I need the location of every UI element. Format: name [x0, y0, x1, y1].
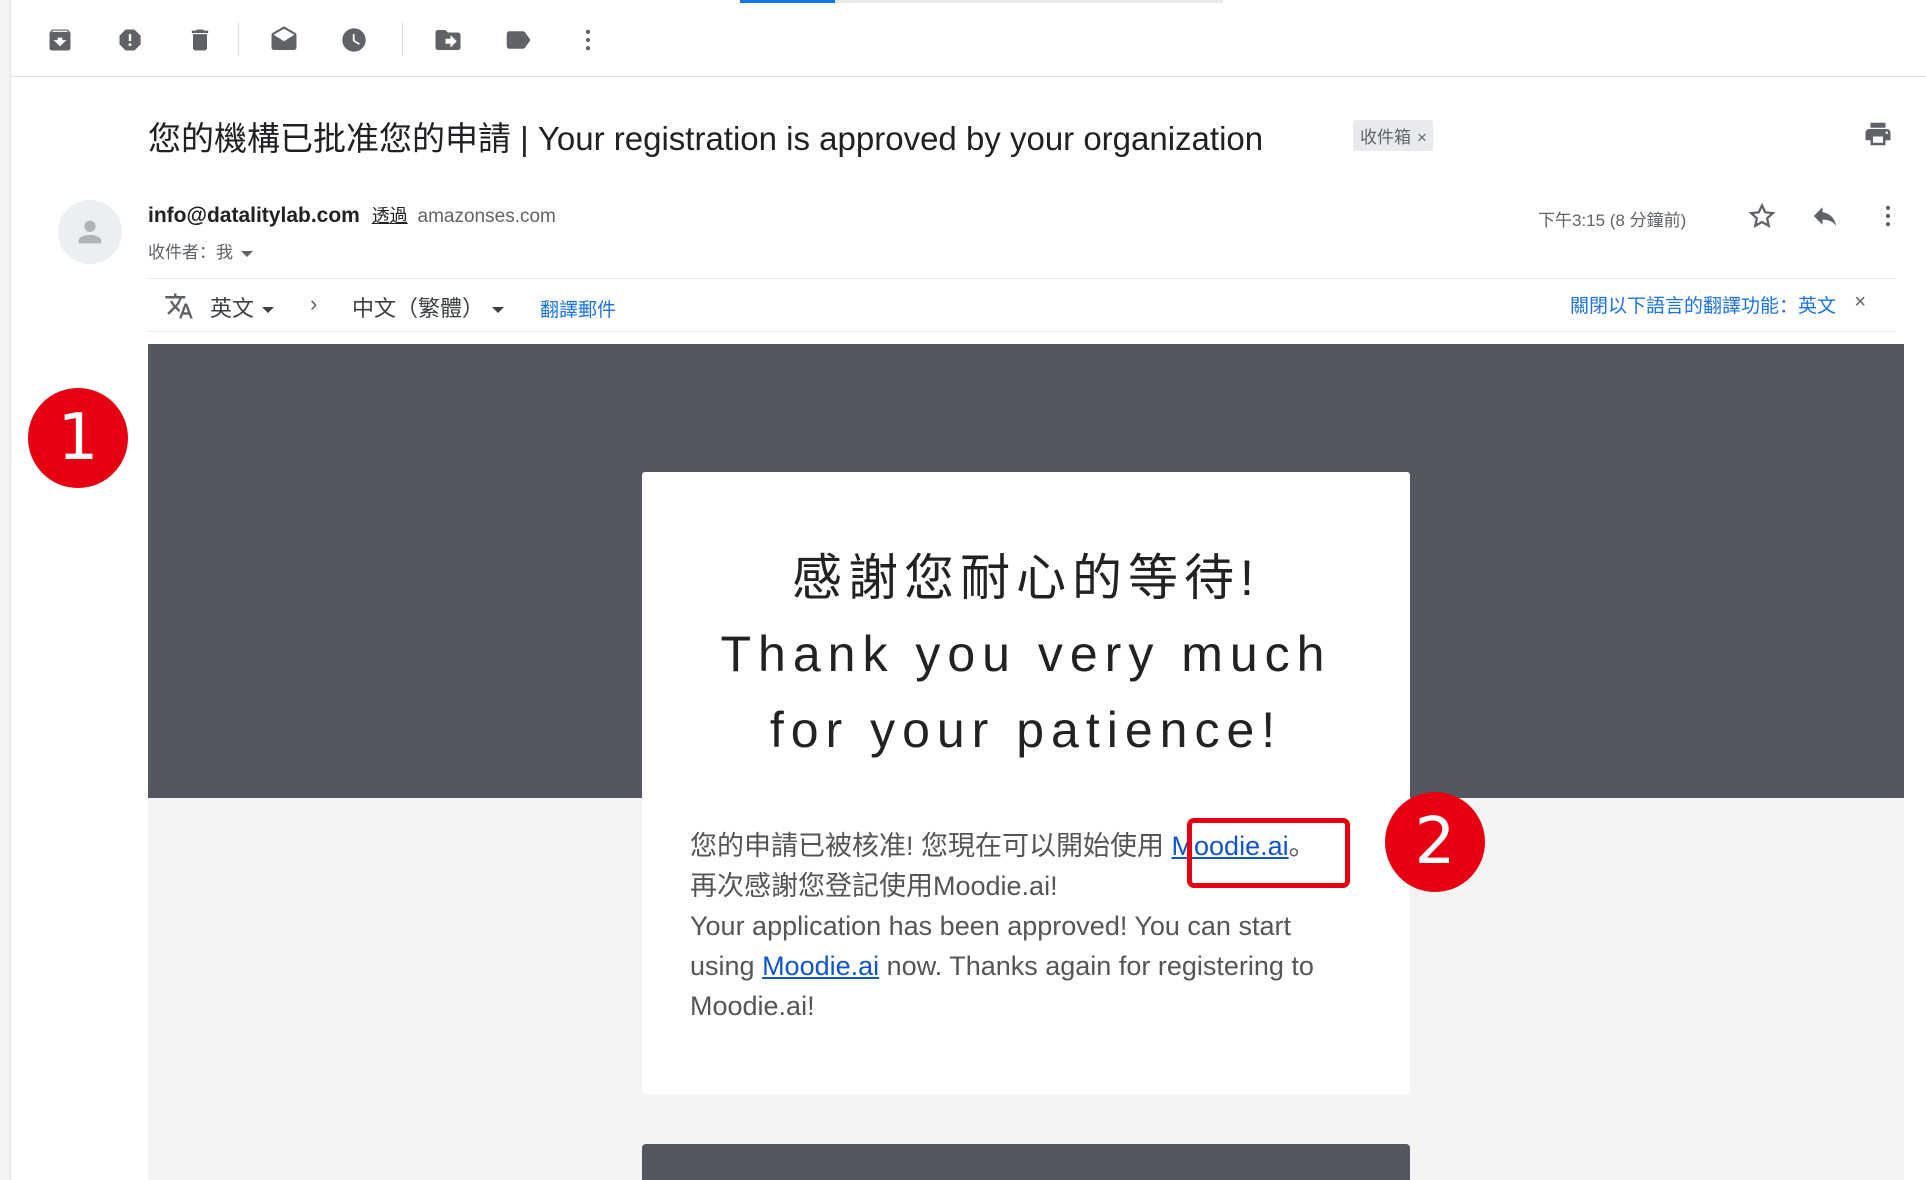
moodie-link-en[interactable]: Moodie.ai: [762, 951, 879, 981]
chevron-down-icon[interactable]: [241, 250, 253, 257]
labels-icon[interactable]: [498, 20, 538, 60]
recipient-details[interactable]: 收件者：我: [148, 238, 253, 263]
print-icon[interactable]: [1860, 116, 1896, 152]
inbox-label-chip[interactable]: 收件箱 ×: [1353, 120, 1433, 151]
snooze-icon[interactable]: [334, 20, 374, 60]
sender-line: info@datalitylab.com 透過 amazonses.com: [148, 202, 556, 228]
translate-icon: [164, 291, 194, 326]
toolbar-separator: [402, 22, 403, 56]
label-chip-text: 收件箱: [1360, 128, 1411, 147]
star-icon[interactable]: [1742, 196, 1782, 236]
en-paragraph: Your application has been approved! You …: [690, 906, 1362, 1026]
email-timestamp: 下午3:15 (8 分鐘前): [1538, 211, 1687, 230]
chevron-right-icon: ›: [310, 291, 318, 316]
heading-zh: 感謝您耐心的等待!: [792, 550, 1260, 606]
annotation-badge-1: 1: [28, 388, 128, 488]
more-vert-icon[interactable]: [1868, 196, 1908, 236]
move-to-icon[interactable]: [428, 20, 468, 60]
sender-avatar[interactable]: [58, 200, 122, 264]
turn-off-translation-link[interactable]: 關閉以下語言的翻譯功能：英文: [1570, 291, 1836, 318]
translate-bar: 英文 › 中文（繁體） 翻譯郵件 關閉以下語言的翻譯功能：英文 ×: [148, 278, 1896, 332]
message-card: 感謝您耐心的等待! Thank you very much for your p…: [642, 472, 1410, 1094]
delete-icon[interactable]: [180, 20, 220, 60]
archive-icon[interactable]: [40, 20, 80, 60]
chevron-down-icon: [492, 307, 505, 314]
source-language-select[interactable]: 英文: [210, 291, 275, 323]
close-icon[interactable]: ×: [1854, 291, 1866, 314]
person-icon: [78, 220, 102, 244]
target-language-label: 中文（繁體）: [352, 296, 485, 321]
source-language-label: 英文: [210, 296, 255, 321]
email-subject: 您的機構已批准您的申請 | Your registration is appro…: [148, 120, 1264, 157]
remove-label-icon[interactable]: ×: [1417, 128, 1427, 147]
translate-message-link[interactable]: 翻譯郵件: [540, 295, 616, 322]
message-toolbar: [10, 0, 1926, 77]
chevron-down-icon: [262, 307, 275, 314]
sender-email[interactable]: info@datalitylab.com: [148, 204, 360, 227]
annotation-badge-2: 2: [1385, 792, 1485, 892]
heading-en-line1: Thank you very much: [720, 626, 1332, 682]
sender-via-link[interactable]: 透過: [372, 206, 408, 226]
zh-text: 您的申請已被核准! 您現在可以開始使用: [690, 831, 1165, 861]
more-vert-icon[interactable]: [568, 20, 608, 60]
report-spam-icon[interactable]: [110, 20, 150, 60]
mark-unread-icon[interactable]: [264, 20, 304, 60]
subject-row: 您的機構已批准您的申請 | Your registration is appro…: [148, 108, 1896, 157]
card-heading: 感謝您耐心的等待! Thank you very much for your p…: [642, 540, 1410, 768]
left-panel-edge: [0, 0, 11, 1180]
email-body: 感謝您耐心的等待! Thank you very much for your p…: [148, 344, 1904, 1180]
annotation-highlight-box: [1187, 818, 1350, 888]
heading-en-line2: for your patience!: [769, 702, 1283, 758]
target-language-select[interactable]: 中文（繁體）: [352, 291, 505, 323]
reply-icon[interactable]: [1805, 196, 1845, 236]
recipient-label: 收件者：我: [148, 243, 233, 262]
toolbar-separator: [238, 22, 239, 56]
sender-domain: amazonses.com: [417, 206, 556, 227]
footer-card: [642, 1144, 1410, 1180]
